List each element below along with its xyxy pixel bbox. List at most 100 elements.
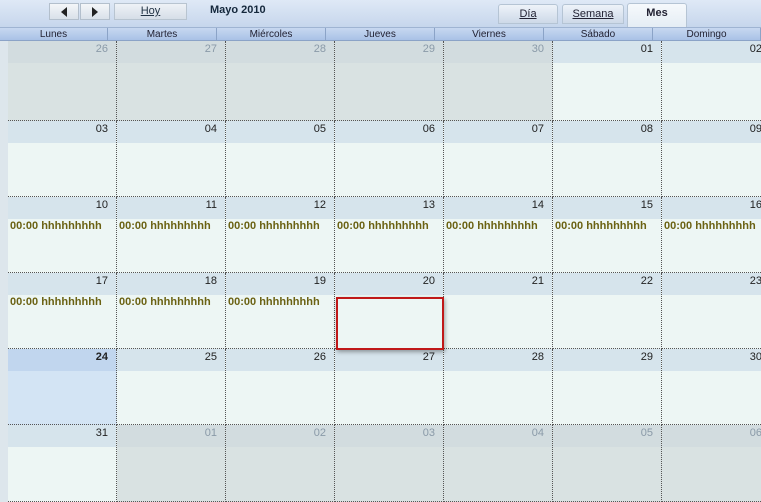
day-cell[interactable]: 12 00:00 hhhhhhhhh — [226, 197, 335, 273]
next-button[interactable] — [80, 3, 110, 20]
day-number: 17 — [8, 273, 116, 295]
tab-week[interactable]: Semana — [562, 4, 624, 24]
day-number: 26 — [226, 349, 334, 371]
calendar-event[interactable]: 00:00 hhhhhhhhh — [226, 296, 334, 308]
day-number: 28 — [444, 349, 552, 371]
day-cell[interactable]: 06 — [335, 121, 444, 197]
day-number: 15 — [553, 197, 661, 219]
day-cell[interactable]: 11 00:00 hhhhhhhhh — [117, 197, 226, 273]
day-number: 05 — [553, 425, 661, 447]
calendar-event[interactable]: 00:00 hhhhhhhhh — [8, 296, 116, 308]
day-cell[interactable]: 26 — [226, 349, 335, 425]
day-number: 10 — [8, 197, 116, 219]
day-cell[interactable]: 05 — [553, 425, 662, 502]
calendar-event[interactable]: 00:00 hhhhhhhhh — [662, 220, 761, 232]
day-cell[interactable]: 15 00:00 hhhhhhhhh — [553, 197, 662, 273]
previous-button[interactable] — [49, 3, 79, 20]
day-name-header: Martes — [108, 28, 217, 41]
day-cell[interactable]: 26 — [8, 41, 117, 121]
calendar-event[interactable]: 00:00 hhhhhhhhh — [553, 220, 661, 232]
day-number: 20 — [335, 273, 443, 295]
day-number: 11 — [117, 197, 225, 219]
month-grid: 26 27 28 29 30 01 02 03 04 05 06 07 08 09 10 00:00 hhhh… — [8, 41, 761, 502]
day-number: 31 — [8, 425, 116, 447]
day-number: 02 — [226, 425, 334, 447]
day-number: 25 — [117, 349, 225, 371]
chevron-left-icon — [61, 6, 67, 17]
day-number: 29 — [335, 41, 443, 63]
day-cell[interactable]: 03 — [8, 121, 117, 197]
day-name-header: Domingo — [653, 28, 761, 41]
selected-cell-highlight[interactable] — [336, 297, 444, 350]
day-cell[interactable]: 04 — [117, 121, 226, 197]
day-cell[interactable]: 02 — [226, 425, 335, 502]
calendar-toolbar: Hoy Mayo 2010 Día Semana Mes — [0, 0, 761, 29]
day-number: 14 — [444, 197, 552, 219]
calendar-event[interactable]: 00:00 hhhhhhhhh — [117, 296, 225, 308]
day-cell[interactable]: 18 00:00 hhhhhhhhh — [117, 273, 226, 349]
day-cell[interactable]: 01 — [117, 425, 226, 502]
day-name-header: Jueves — [326, 28, 435, 41]
day-cell[interactable]: 24 — [8, 349, 117, 425]
day-number: 24 — [8, 349, 116, 371]
day-number: 19 — [226, 273, 334, 295]
calendar-event[interactable]: 00:00 hhhhhhhhh — [444, 220, 552, 232]
day-number: 27 — [117, 41, 225, 63]
day-name-header: Sábado — [544, 28, 653, 41]
tab-day[interactable]: Día — [498, 4, 558, 24]
day-cell[interactable]: 03 — [335, 425, 444, 502]
day-cell[interactable]: 29 — [335, 41, 444, 121]
day-cell[interactable]: 05 — [226, 121, 335, 197]
day-cell[interactable]: 02 — [662, 41, 761, 121]
day-number: 30 — [444, 41, 552, 63]
day-number: 03 — [8, 121, 116, 143]
calendar-title: Mayo 2010 — [210, 4, 266, 16]
chevron-right-icon — [92, 6, 98, 17]
day-number: 23 — [662, 273, 761, 295]
day-number: 13 — [335, 197, 443, 219]
day-cell[interactable]: 17 00:00 hhhhhhhhh — [8, 273, 117, 349]
day-cell[interactable]: 27 — [335, 349, 444, 425]
day-number: 08 — [553, 121, 661, 143]
day-cell[interactable]: 22 — [553, 273, 662, 349]
day-cell[interactable]: 16 00:00 hhhhhhhhh — [662, 197, 761, 273]
day-cell[interactable]: 19 00:00 hhhhhhhhh — [226, 273, 335, 349]
day-cell[interactable]: 04 — [444, 425, 553, 502]
day-number: 28 — [226, 41, 334, 63]
day-number: 01 — [553, 41, 661, 63]
day-number: 03 — [335, 425, 443, 447]
calendar-event[interactable]: 00:00 hhhhhhhhh — [8, 220, 116, 232]
day-number: 06 — [335, 121, 443, 143]
day-cell[interactable]: 30 — [444, 41, 553, 121]
calendar-event[interactable]: 00:00 hhhhhhhhh — [117, 220, 225, 232]
day-cell[interactable]: 01 — [553, 41, 662, 121]
day-number: 12 — [226, 197, 334, 219]
day-number: 26 — [8, 41, 116, 63]
day-cell[interactable]: 28 — [444, 349, 553, 425]
day-cell[interactable]: 29 — [553, 349, 662, 425]
day-cell[interactable]: 09 — [662, 121, 761, 197]
day-number: 02 — [662, 41, 761, 63]
day-cell[interactable]: 21 — [444, 273, 553, 349]
calendar-event[interactable]: 00:00 hhhhhhhhh — [226, 220, 334, 232]
day-cell[interactable]: 07 — [444, 121, 553, 197]
day-names-header: Lunes Martes Miércoles Jueves Viernes Sábado D… — [0, 27, 761, 41]
calendar-event[interactable]: 00:00 hhhhhhhhh — [335, 220, 443, 232]
day-cell[interactable]: 23 — [662, 273, 761, 349]
day-cell[interactable]: 30 — [662, 349, 761, 425]
day-name-header: Miércoles — [217, 28, 326, 41]
day-cell[interactable]: 25 — [117, 349, 226, 425]
day-cell[interactable]: 06 — [662, 425, 761, 502]
day-cell[interactable]: 28 — [226, 41, 335, 121]
day-cell[interactable]: 14 00:00 hhhhhhhhh — [444, 197, 553, 273]
day-cell[interactable]: 13 00:00 hhhhhhhhh — [335, 197, 444, 273]
day-name-header: Viernes — [435, 28, 544, 41]
day-cell[interactable]: 31 — [8, 425, 117, 502]
day-cell[interactable]: 10 00:00 hhhhhhhhh — [8, 197, 117, 273]
day-cell[interactable]: 27 — [117, 41, 226, 121]
today-button[interactable]: Hoy — [114, 3, 187, 20]
tab-month[interactable]: Mes — [627, 3, 687, 29]
day-number: 05 — [226, 121, 334, 143]
day-cell[interactable]: 08 — [553, 121, 662, 197]
day-name-header: Lunes — [0, 28, 108, 41]
